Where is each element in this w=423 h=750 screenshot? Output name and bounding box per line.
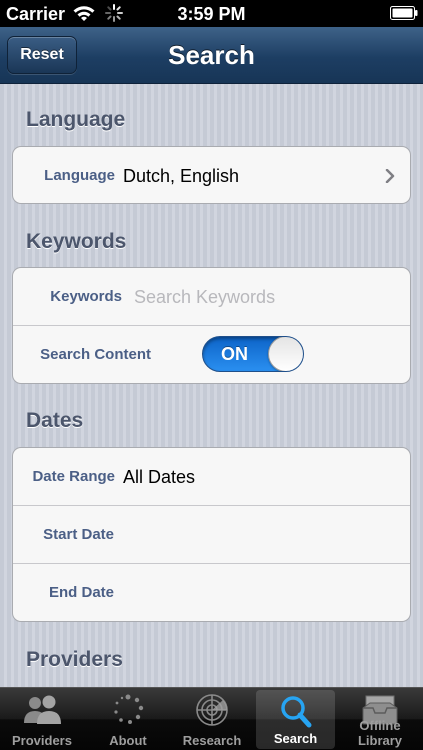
status-bar: Carrier 3:59 PM	[0, 0, 423, 27]
date-range-row[interactable]: Date Range All Dates	[13, 448, 410, 506]
language-row[interactable]: Language Dutch, English	[13, 147, 410, 203]
people-icon	[24, 695, 61, 724]
tab-research[interactable]: Research	[170, 688, 254, 750]
toggle-knob[interactable]	[268, 337, 303, 371]
search-form[interactable]: Language Language Dutch, English Keyword…	[0, 84, 423, 687]
keywords-input[interactable]: Search Keywords	[134, 268, 275, 326]
dates-group: Date Range All Dates Start Date End Date	[12, 447, 411, 622]
search-content-label: Search Content	[40, 346, 151, 363]
radar-icon	[196, 694, 228, 726]
navigation-bar: Reset Search	[0, 27, 423, 84]
keywords-row[interactable]: Keywords Search Keywords	[13, 268, 410, 326]
tab-label: Search	[273, 731, 318, 746]
section-header-dates: Dates	[26, 409, 84, 432]
tab-label: About	[109, 733, 147, 748]
tab-label: Offline Library	[357, 718, 403, 748]
section-header-keywords: Keywords	[26, 230, 127, 253]
start-date-label: Start Date	[43, 526, 114, 543]
magnifier-icon	[280, 696, 311, 728]
status-time: 3:59 PM	[177, 4, 246, 24]
battery-icon	[390, 6, 418, 20]
keywords-group: Keywords Search Keywords Search Content …	[12, 267, 411, 384]
language-group: Language Dutch, English	[12, 146, 411, 204]
start-date-row[interactable]: Start Date	[13, 506, 410, 564]
keywords-label: Keywords	[50, 288, 122, 305]
section-header-providers: Providers	[26, 648, 123, 671]
tab-providers[interactable]: Providers	[0, 688, 84, 750]
section-header-language: Language	[26, 108, 126, 131]
dots-circle-icon	[114, 694, 144, 724]
end-date-row[interactable]: End Date	[13, 564, 410, 621]
date-range-label: Date Range	[32, 468, 115, 485]
page-title: Search	[168, 40, 255, 70]
language-label: Language	[44, 167, 115, 184]
tab-label: Providers	[12, 733, 72, 748]
date-range-value: All Dates	[123, 467, 196, 487]
search-content-toggle[interactable]: ON	[202, 336, 304, 372]
end-date-label: End Date	[48, 584, 114, 601]
search-content-row: Search Content ON	[13, 326, 410, 383]
toggle-on-label: ON	[221, 344, 248, 364]
tab-label: Research	[182, 733, 242, 748]
chevron-right-icon	[385, 169, 395, 183]
tab-bar: Providers About Research Search Offline …	[0, 687, 423, 750]
tab-offline-library[interactable]: Offline Library	[337, 688, 423, 750]
language-value: Dutch, English	[123, 166, 240, 186]
tab-about[interactable]: About	[86, 688, 170, 750]
tab-search[interactable]: Search	[256, 690, 335, 749]
